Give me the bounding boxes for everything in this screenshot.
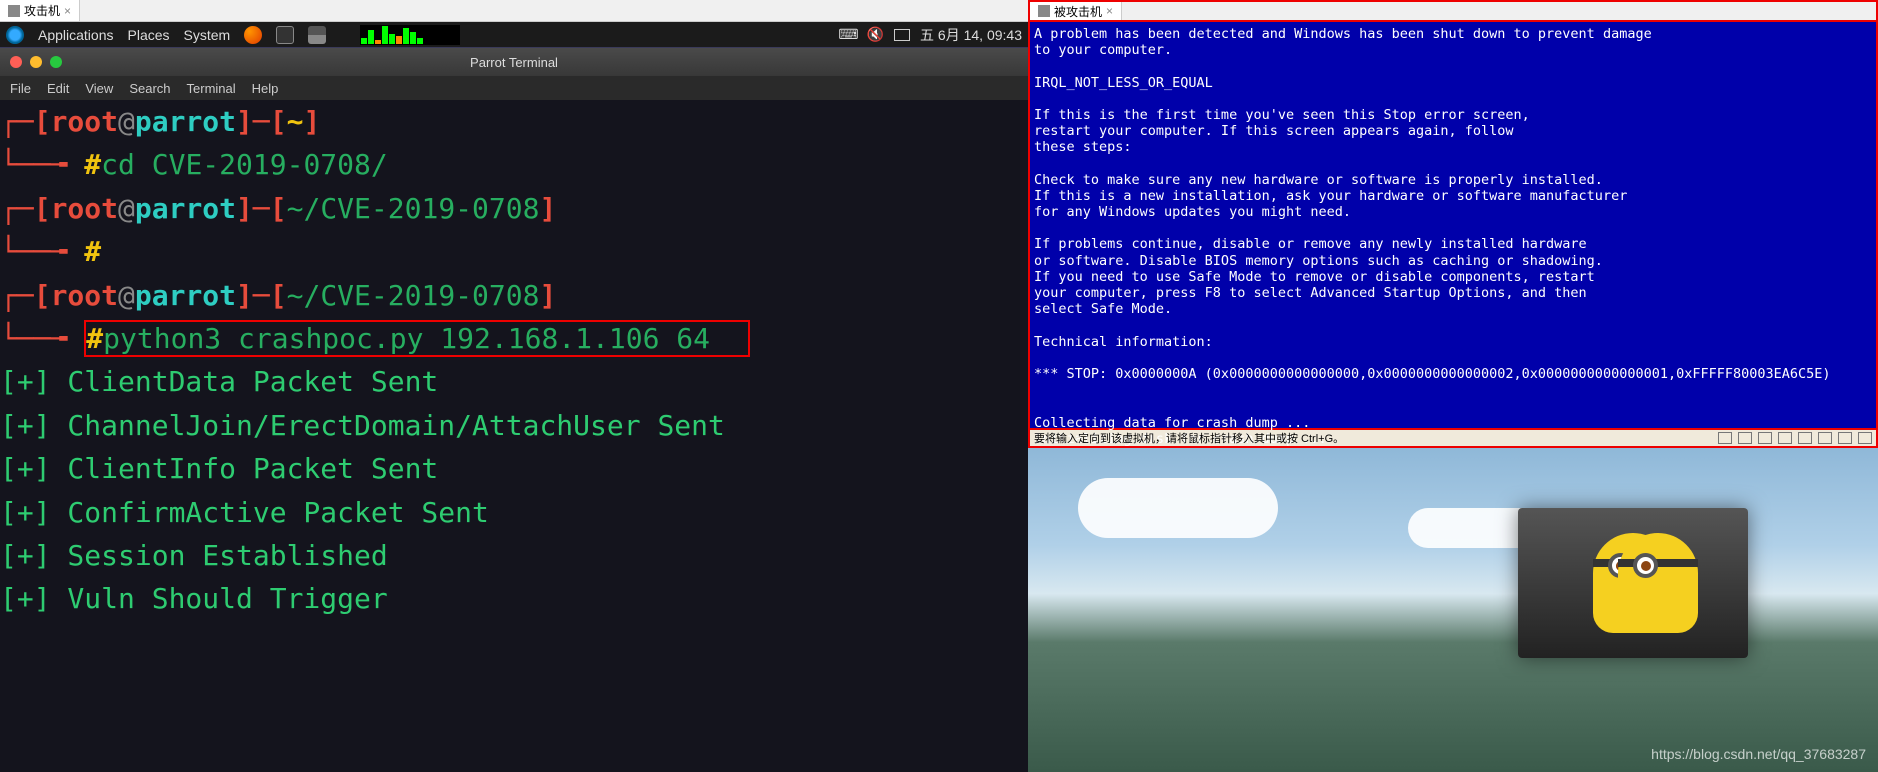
- output-line: [+] Vuln Should Trigger: [0, 577, 1028, 620]
- menu-edit[interactable]: Edit: [47, 81, 69, 96]
- floppy-icon[interactable]: [1758, 432, 1772, 444]
- output-line: [+] ClientInfo Packet Sent: [0, 447, 1028, 490]
- clock[interactable]: 五 6月 14, 09:43: [920, 25, 1022, 45]
- volume-icon[interactable]: 🔇: [867, 26, 884, 43]
- menu-view[interactable]: View: [85, 81, 113, 96]
- gif-overlay: [1518, 508, 1748, 658]
- menu-file[interactable]: File: [10, 81, 31, 96]
- desktop-wallpaper: https://blog.csdn.net/qq_37683287: [1028, 448, 1878, 772]
- victim-pane: 被攻击机 × A problem has been detected and W…: [1028, 0, 1878, 772]
- activities-icon[interactable]: [6, 26, 24, 44]
- hdd-icon[interactable]: [1718, 432, 1732, 444]
- vm-statusbar: 要将输入定向到该虚拟机，请将鼠标指针移入其中或按 Ctrl+G。: [1028, 430, 1878, 448]
- tab-attacker[interactable]: 攻击机 ×: [0, 0, 80, 21]
- close-button[interactable]: [10, 56, 22, 68]
- message-icon[interactable]: [1858, 432, 1872, 444]
- minimize-button[interactable]: [30, 56, 42, 68]
- tab-victim[interactable]: 被攻击机 ×: [1030, 2, 1122, 20]
- menu-terminal[interactable]: Terminal: [187, 81, 236, 96]
- menu-help[interactable]: Help: [252, 81, 279, 96]
- terminal-titlebar[interactable]: Parrot Terminal: [0, 48, 1028, 76]
- network-icon[interactable]: [1778, 432, 1792, 444]
- terminal-body[interactable]: ┌─[root@parrot]─[~] └──╼ #cd CVE-2019-07…: [0, 100, 1028, 772]
- right-tabbar: 被攻击机 ×: [1028, 0, 1878, 22]
- bsod-screen: A problem has been detected and Windows …: [1028, 22, 1878, 430]
- output-line: [+] ChannelJoin/ErectDomain/AttachUser S…: [0, 404, 1028, 447]
- tab-label: 攻击机: [24, 2, 60, 19]
- output-line: [+] ClientData Packet Sent: [0, 360, 1028, 403]
- output-line: [+] Session Established: [0, 534, 1028, 577]
- maximize-button[interactable]: [50, 56, 62, 68]
- cpu-graph: [360, 25, 460, 45]
- firefox-icon[interactable]: [244, 26, 262, 44]
- window-title: Parrot Terminal: [0, 55, 1028, 70]
- terminal-menubar: File Edit View Search Terminal Help: [0, 76, 1028, 100]
- applications-menu[interactable]: Applications: [38, 27, 114, 43]
- vm-icon: [8, 5, 20, 17]
- vm-icon: [1038, 5, 1050, 17]
- vm-status-text: 要将输入定向到该虚拟机，请将鼠标指针移入其中或按 Ctrl+G。: [1034, 430, 1344, 446]
- terminal-launcher-icon[interactable]: [276, 26, 294, 44]
- output-line: [+] ConfirmActive Packet Sent: [0, 491, 1028, 534]
- watermark: https://blog.csdn.net/qq_37683287: [1651, 746, 1866, 762]
- display-icon[interactable]: [894, 29, 910, 41]
- tab-label: 被攻击机: [1054, 3, 1102, 20]
- keyboard-icon[interactable]: ⌨: [838, 26, 856, 43]
- usb-icon[interactable]: [1798, 432, 1812, 444]
- places-menu[interactable]: Places: [128, 27, 170, 43]
- system-menu[interactable]: System: [184, 27, 231, 43]
- cd-icon[interactable]: [1738, 432, 1752, 444]
- printer-icon[interactable]: [1838, 432, 1852, 444]
- menu-search[interactable]: Search: [129, 81, 170, 96]
- attacker-pane: 攻击机 × Applications Places System: [0, 0, 1028, 772]
- gnome-panel: Applications Places System ⌨ 🔇 五 6月: [0, 22, 1028, 48]
- sound-icon[interactable]: [1818, 432, 1832, 444]
- close-icon[interactable]: ×: [1106, 4, 1113, 18]
- close-icon[interactable]: ×: [64, 4, 71, 18]
- left-tabbar: 攻击机 ×: [0, 0, 1028, 22]
- files-icon[interactable]: [308, 26, 326, 44]
